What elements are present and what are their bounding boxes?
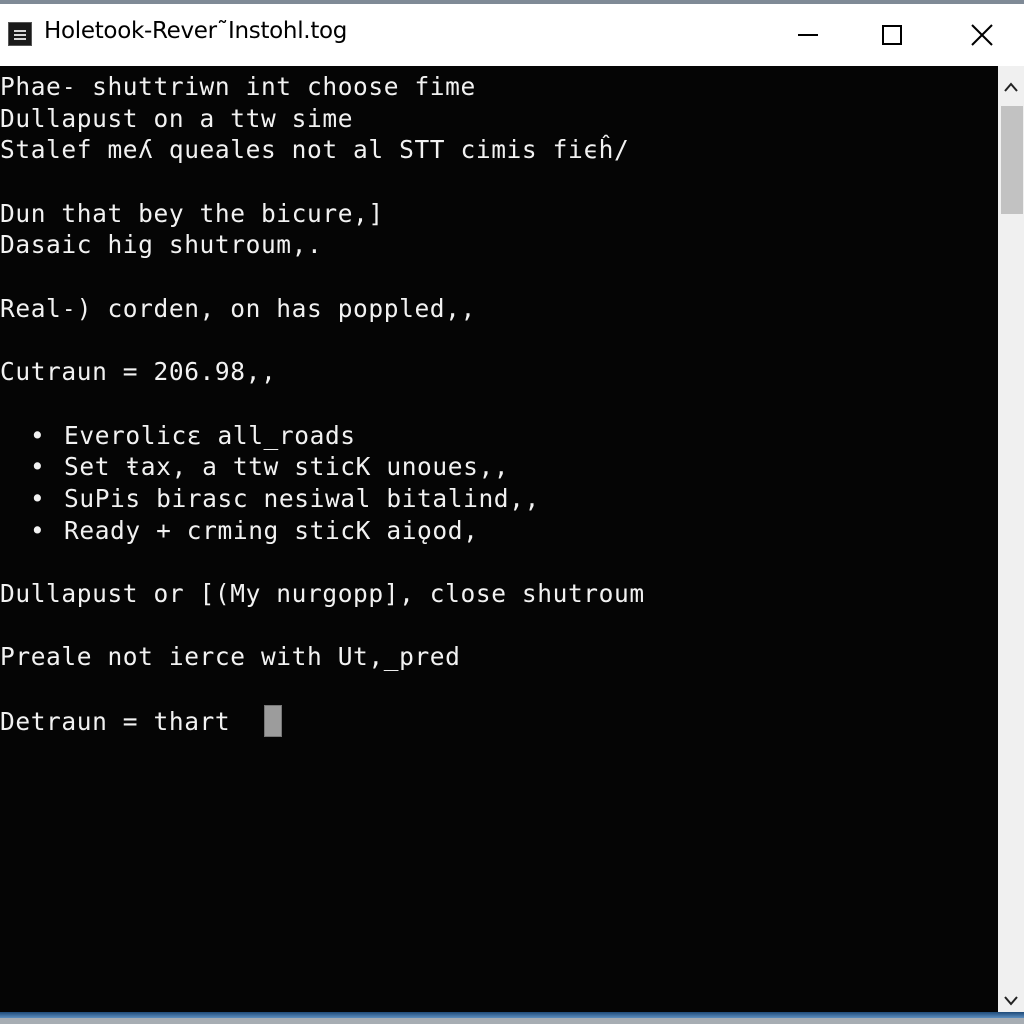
bullet-text: SuPis birasc nesiwal bitalind,, xyxy=(64,483,540,513)
console-line: Dasaic hig shutroum,. xyxy=(0,230,323,260)
prompt-line[interactable]: Detraun = thart xyxy=(0,704,645,737)
window-title: Holetook-Rever˜Instohl.tog xyxy=(44,18,348,44)
maximize-icon xyxy=(882,25,902,45)
console-app-icon xyxy=(8,22,32,46)
minimize-icon xyxy=(798,34,818,36)
console-line: Phae˗ shuttriwn int choose fime xyxy=(0,72,476,101)
vertical-scrollbar[interactable] xyxy=(998,66,1024,1016)
console-line: Dun that bey the bicure,] xyxy=(0,198,384,228)
bullet-list-item: • Everolicε all_roads xyxy=(0,420,645,452)
console-window: Holetook-Rever˜Instohl.tog Phae˗ shuttri… xyxy=(0,0,1024,1020)
text-cursor xyxy=(264,704,283,737)
scroll-thumb[interactable] xyxy=(1001,106,1023,214)
console-text: Phae˗ shuttriwn int choose fime Dullapust… xyxy=(0,71,645,737)
console-line: Dullapust or [(My nurgopp], close shutro… xyxy=(0,579,645,608)
bullet-list-item: • SuPis birasc nesiwal bitalind,, xyxy=(0,483,645,515)
bullet-list-item: • Ready + crming sticK aiǫod, xyxy=(0,515,645,547)
bullet-icon: • xyxy=(30,420,46,450)
bullet-icon: • xyxy=(30,483,46,513)
maximize-button[interactable] xyxy=(862,4,922,66)
bullet-text: Everolicε all_roads xyxy=(64,420,356,450)
chevron-down-icon xyxy=(1004,996,1018,1006)
bullet-icon: • xyxy=(30,452,46,482)
desktop-strip xyxy=(0,1018,1024,1024)
scroll-up-button[interactable] xyxy=(998,72,1024,102)
console-line: Cutraun = 206.98,, xyxy=(0,357,277,387)
bullet-text: Ready + crming sticK aiǫod, xyxy=(64,515,479,545)
bullet-list-item: • Set ŧax, a ttw sticK unoues,, xyxy=(0,451,645,483)
prompt-text: Detraun = thart xyxy=(0,706,231,736)
bullet-icon: • xyxy=(30,515,46,545)
console-line: Real˗) corden, on has poppled,, xyxy=(0,293,476,323)
console-line: Stalef meʎ queales not al STT cimis fiϵĥ… xyxy=(0,135,630,165)
console-line: Dullapust on a ttw sime xyxy=(0,103,354,133)
minimize-button[interactable] xyxy=(778,4,838,66)
close-button[interactable] xyxy=(952,4,1012,66)
bullet-text: Set ŧax, a ttw sticK unoues,, xyxy=(64,452,510,482)
chevron-up-icon xyxy=(1004,82,1018,92)
title-bar[interactable]: Holetook-Rever˜Instohl.tog xyxy=(0,4,1024,66)
console-line: Preale not ierce with Ut,_pred xyxy=(0,642,461,672)
console-output-area[interactable]: Phae˗ shuttriwn int choose fime Dullapust… xyxy=(0,66,998,1016)
close-icon xyxy=(971,24,993,46)
